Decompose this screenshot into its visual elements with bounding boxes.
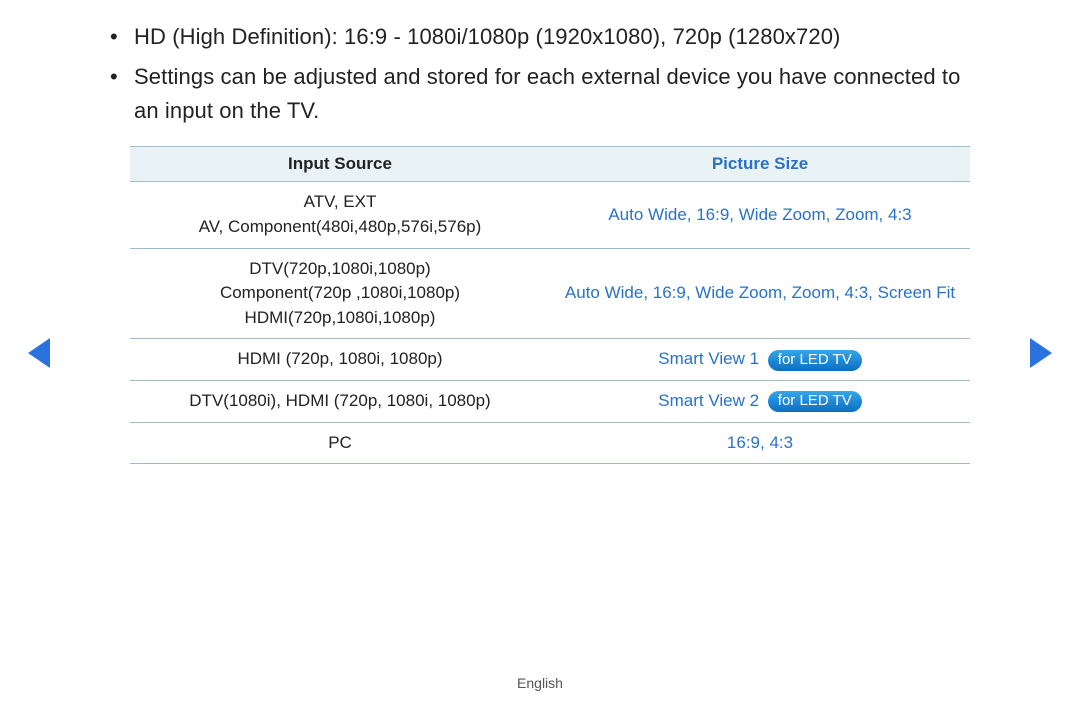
cell-picture-size: 16:9, 4:3 <box>550 422 970 464</box>
cell-picture-size: Smart View 1 for LED TV <box>550 339 970 381</box>
table-row: DTV(1080i), HDMI (720p, 1080i, 1080p)Sma… <box>130 381 970 423</box>
table-row: ATV, EXTAV, Component(480i,480p,576i,576… <box>130 182 970 248</box>
cell-input-source: PC <box>130 422 550 464</box>
cell-picture-size: Auto Wide, 16:9, Wide Zoom, Zoom, 4:3 <box>550 182 970 248</box>
picture-size-text: Smart View 1 <box>658 349 759 368</box>
cell-input-source: HDMI (720p, 1080i, 1080p) <box>130 339 550 381</box>
picture-size-text: Smart View 2 <box>658 391 759 410</box>
next-page-arrow-icon[interactable] <box>1030 338 1052 368</box>
picture-size-text: 16:9, 4:3 <box>727 433 793 452</box>
table-row: PC 16:9, 4:3 <box>130 422 970 464</box>
for-led-tv-badge: for LED TV <box>768 391 862 412</box>
table-row: HDMI (720p, 1080i, 1080p)Smart View 1 fo… <box>130 339 970 381</box>
bullet-settings: Settings can be adjusted and stored for … <box>110 60 990 128</box>
cell-input-source: DTV(720p,1080i,1080p)Component(720p ,108… <box>130 248 550 339</box>
th-input-source: Input Source <box>130 147 550 182</box>
cell-input-source: DTV(1080i), HDMI (720p, 1080i, 1080p) <box>130 381 550 423</box>
picture-size-text: Auto Wide, 16:9, Wide Zoom, Zoom, 4:3 <box>608 205 911 224</box>
cell-input-source: ATV, EXTAV, Component(480i,480p,576i,576… <box>130 182 550 248</box>
footer-language: English <box>0 675 1080 691</box>
bullet-hd: HD (High Definition): 16:9 - 1080i/1080p… <box>110 20 990 54</box>
cell-picture-size: Smart View 2 for LED TV <box>550 381 970 423</box>
picture-size-table: Input Source Picture Size ATV, EXTAV, Co… <box>130 146 970 464</box>
cell-picture-size: Auto Wide, 16:9, Wide Zoom, Zoom, 4:3, S… <box>550 248 970 339</box>
th-picture-size: Picture Size <box>550 147 970 182</box>
prev-page-arrow-icon[interactable] <box>28 338 50 368</box>
table-row: DTV(720p,1080i,1080p)Component(720p ,108… <box>130 248 970 339</box>
picture-size-text: Auto Wide, 16:9, Wide Zoom, Zoom, 4:3, S… <box>565 283 955 302</box>
for-led-tv-badge: for LED TV <box>768 350 862 371</box>
